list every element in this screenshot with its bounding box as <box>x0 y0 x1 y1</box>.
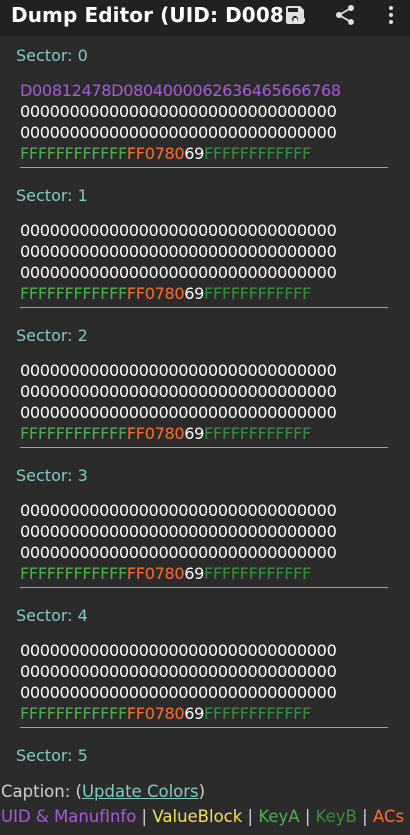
block-segment-gpb: 69 <box>184 424 205 443</box>
block-segment-acs: FF0780 <box>126 144 185 163</box>
sector-title: Sector: 2 <box>16 326 88 345</box>
share-icon <box>333 3 357 31</box>
block-row[interactable]: FFFFFFFFFFFFFF078069FFFFFFFFFFFF <box>20 284 311 303</box>
block-segment-keyb: FFFFFFFFFFFF <box>204 144 311 163</box>
save-button[interactable] <box>278 0 312 34</box>
block-segment-acs: FF0780 <box>126 564 185 583</box>
sector-divider <box>20 727 388 728</box>
block-segment-acs: FF0780 <box>126 284 185 303</box>
legend-item-value: ValueBlock <box>152 807 243 826</box>
legend-item-uid: UID & ManufInfo <box>1 807 137 826</box>
block-segment-data: 00000000000000000000000000000000 <box>20 641 337 660</box>
block-segment-gpb: 69 <box>184 564 205 583</box>
more-vert-icon <box>379 3 403 31</box>
save-icon <box>283 3 307 31</box>
block-segment-keya: FFFFFFFFFFFF <box>20 144 127 163</box>
block-segment-gpb: 69 <box>184 704 205 723</box>
block-row[interactable]: 00000000000000000000000000000000 <box>20 102 337 121</box>
block-row[interactable]: 00000000000000000000000000000000 <box>20 361 337 380</box>
legend-separator: | <box>242 807 259 826</box>
block-row[interactable]: FFFFFFFFFFFFFF078069FFFFFFFFFFFF <box>20 704 311 723</box>
block-segment-data: 00000000000000000000000000000000 <box>20 543 337 562</box>
block-row[interactable]: 00000000000000000000000000000000 <box>20 403 337 422</box>
block-row[interactable]: D00812478D0804000062636465666768 <box>20 81 341 100</box>
block-segment-keyb: FFFFFFFFFFFF <box>204 424 311 443</box>
block-segment-data: 00000000000000000000000000000000 <box>20 501 337 520</box>
sector-divider <box>20 167 388 168</box>
block-segment-data: 00000000000000000000000000000000 <box>20 403 337 422</box>
block-segment-data: 00000000000000000000000000000000 <box>20 242 337 261</box>
block-segment-uid: D00812478D0804000062636465666768 <box>20 81 341 100</box>
block-segment-data: 00000000000000000000000000000000 <box>20 123 337 142</box>
block-row[interactable]: 00000000000000000000000000000000 <box>20 522 337 541</box>
block-row[interactable]: 00000000000000000000000000000000 <box>20 123 337 142</box>
block-segment-keya: FFFFFFFFFFFF <box>20 564 127 583</box>
app-title: Dump Editor (UID: D008... <box>11 3 307 27</box>
block-segment-keya: FFFFFFFFFFFF <box>20 284 127 303</box>
block-row[interactable]: FFFFFFFFFFFFFF078069FFFFFFFFFFFF <box>20 144 311 163</box>
block-segment-acs: FF0780 <box>126 704 185 723</box>
sector-title: Sector: 4 <box>16 606 88 625</box>
block-segment-keya: FFFFFFFFFFFF <box>20 704 127 723</box>
block-row[interactable]: 00000000000000000000000000000000 <box>20 683 337 702</box>
block-row[interactable]: 00000000000000000000000000000000 <box>20 221 337 240</box>
share-button[interactable] <box>328 0 362 34</box>
block-row[interactable]: 00000000000000000000000000000000 <box>20 501 337 520</box>
block-segment-keyb: FFFFFFFFFFFF <box>204 704 311 723</box>
block-segment-data: 00000000000000000000000000000000 <box>20 221 337 240</box>
legend-item-keya: KeyA <box>258 807 300 826</box>
block-segment-gpb: 69 <box>184 144 205 163</box>
block-row[interactable]: FFFFFFFFFFFFFF078069FFFFFFFFFFFF <box>20 564 311 583</box>
app-bar: Dump Editor (UID: D008... <box>0 0 410 36</box>
block-segment-data: 00000000000000000000000000000000 <box>20 683 337 702</box>
block-row[interactable]: FFFFFFFFFFFFFF078069FFFFFFFFFFFF <box>20 424 311 443</box>
block-segment-gpb: 69 <box>184 284 205 303</box>
sector-divider <box>20 307 388 308</box>
sector-title: Sector: 5 <box>16 746 88 765</box>
block-row[interactable]: 00000000000000000000000000000000 <box>20 662 337 681</box>
sector-divider <box>20 587 388 588</box>
legend-separator: | <box>299 807 316 826</box>
block-segment-data: 00000000000000000000000000000000 <box>20 662 337 681</box>
block-segment-keyb: FFFFFFFFFFFF <box>204 564 311 583</box>
block-row[interactable]: 00000000000000000000000000000000 <box>20 543 337 562</box>
block-row[interactable]: 00000000000000000000000000000000 <box>20 641 337 660</box>
block-segment-acs: FF0780 <box>126 424 185 443</box>
block-segment-data: 00000000000000000000000000000000 <box>20 522 337 541</box>
block-segment-data: 00000000000000000000000000000000 <box>20 382 337 401</box>
dump-editor-content[interactable]: Sector: 0 D00812478D080400006263646566676… <box>0 36 410 776</box>
color-legend: UID & ManufInfo | ValueBlock | KeyA | Ke… <box>1 807 404 826</box>
sector-title: Sector: 1 <box>16 186 88 205</box>
caption-prefix: Caption: ( <box>1 782 82 801</box>
block-row[interactable]: 00000000000000000000000000000000 <box>20 242 337 261</box>
block-row[interactable]: 00000000000000000000000000000000 <box>20 263 337 282</box>
block-segment-data: 00000000000000000000000000000000 <box>20 102 337 121</box>
caption: Caption: (Update Colors) <box>1 782 205 801</box>
legend-separator: | <box>356 807 373 826</box>
block-segment-keyb: FFFFFFFFFFFF <box>204 284 311 303</box>
legend-separator: | <box>136 807 153 826</box>
block-segment-data: 00000000000000000000000000000000 <box>20 361 337 380</box>
legend-item-keyb: KeyB <box>315 807 357 826</box>
update-colors-link[interactable]: Update Colors <box>82 782 199 801</box>
more-options-button[interactable] <box>374 0 408 34</box>
sector-divider <box>20 447 388 448</box>
sector-title: Sector: 0 <box>16 46 88 65</box>
legend-item-acs: ACs <box>372 807 405 826</box>
caption-suffix: ) <box>198 782 206 801</box>
block-segment-keya: FFFFFFFFFFFF <box>20 424 127 443</box>
block-segment-data: 00000000000000000000000000000000 <box>20 263 337 282</box>
block-row[interactable]: 00000000000000000000000000000000 <box>20 382 337 401</box>
sector-title: Sector: 3 <box>16 466 88 485</box>
